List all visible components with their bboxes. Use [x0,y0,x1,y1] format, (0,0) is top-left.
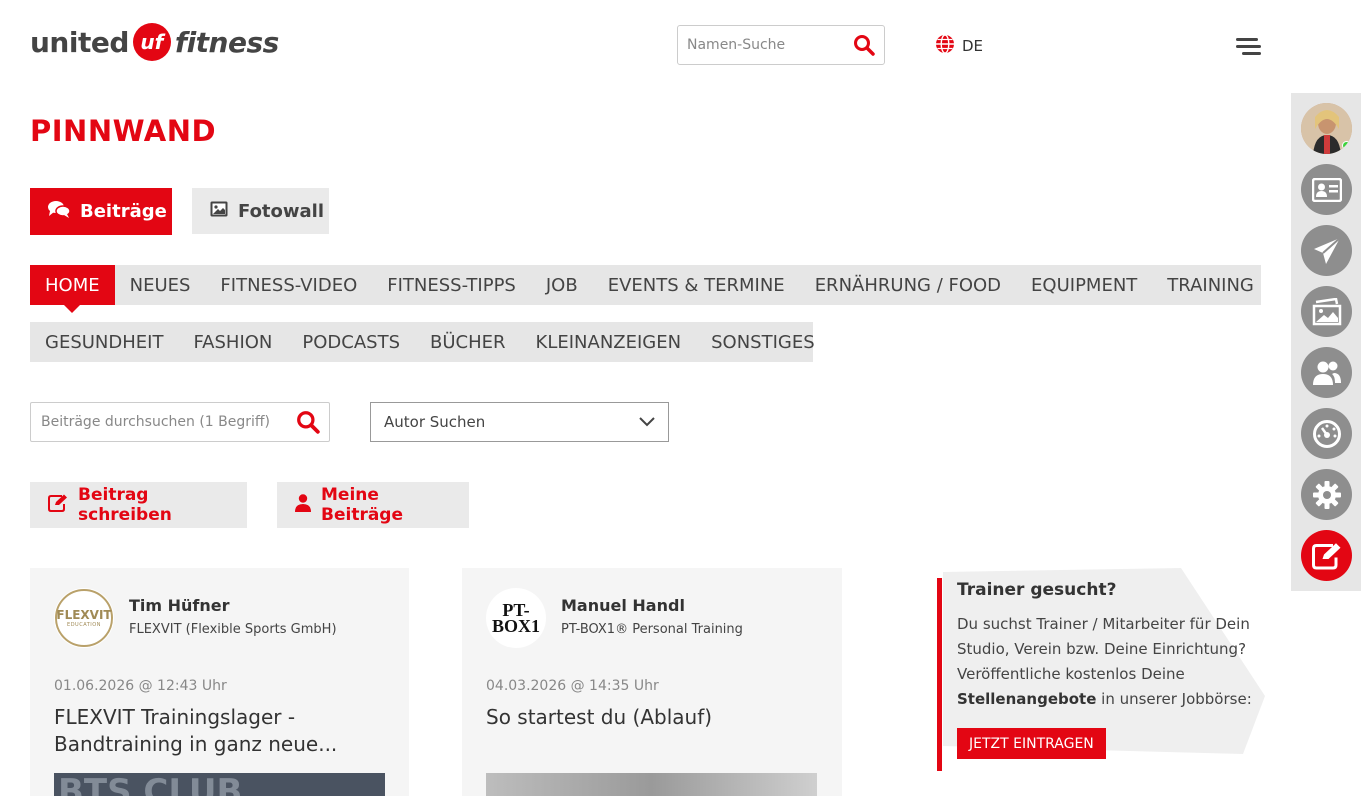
post-title[interactable]: FLEXVIT Trainingslager - Bandtraining in… [54,704,384,758]
category-nav-row-2: GESUNDHEIT FASHION PODCASTS BÜCHER KLEIN… [30,322,815,362]
name-search-box [677,25,885,65]
page-title: PINNWAND [30,114,217,148]
dashboard-icon[interactable] [1301,408,1352,459]
name-search-input[interactable] [678,26,844,64]
author-avatar[interactable]: FLEXVIT EDUCATION [54,588,114,648]
post-search-input[interactable] [31,403,287,441]
author-select[interactable]: Autor Suchen [370,402,669,442]
category-fitness-tipps[interactable]: FITNESS-TIPPS [372,265,531,305]
edit-icon [48,494,68,517]
tab-beitraege[interactable]: Beiträge [30,188,172,235]
promo-cta-button[interactable]: JETZT EINTRAGEN [957,728,1106,759]
author-select-value: Autor Suchen [384,413,486,431]
tab-fotowall-label: Fotowall [238,200,325,222]
my-posts-button[interactable]: Meine Beiträge [277,482,469,528]
flexvit-logo: FLEXVIT EDUCATION [55,589,113,647]
post-author[interactable]: Manuel Handl [561,596,685,615]
category-kleinanzeigen[interactable]: KLEINANZEIGEN [521,322,697,362]
promo-title: Trainer gesucht? [957,580,1117,600]
users-icon[interactable] [1301,347,1352,398]
category-fitness-video[interactable]: FITNESS-VIDEO [205,265,372,305]
language-label: DE [962,37,984,55]
hamburger-menu-icon[interactable] [1236,38,1261,58]
paper-plane-icon[interactable] [1301,225,1352,276]
category-home[interactable]: HOME [30,265,115,313]
category-job[interactable]: JOB [531,265,593,305]
image-icon [210,201,228,222]
tab-beitraege-label: Beiträge [80,201,167,222]
category-training[interactable]: TRAINING [1152,265,1269,305]
comments-icon [48,200,71,223]
promo-accent-bar [937,578,942,771]
logo-mark: uf [132,23,171,61]
post-date: 04.03.2026 @ 14:35 Uhr [486,678,659,694]
trainer-wanted-promo: Trainer gesucht? Du suchst Trainer / Mit… [937,568,1267,771]
category-sonstiges[interactable]: SONSTIGES [696,322,830,362]
post-image[interactable] [486,773,817,796]
svg-text:BTS CLUB: BTS CLUB [58,773,242,796]
category-events-termine[interactable]: EVENTS & TERMINE [593,265,800,305]
category-nav-row-1: HOME NEUES FITNESS-VIDEO FITNESS-TIPPS J… [30,265,1261,313]
id-card-icon[interactable] [1301,164,1352,215]
language-switcher[interactable]: DE [935,34,983,58]
my-posts-label: Meine Beiträge [321,485,403,525]
post-card[interactable]: FLEXVIT EDUCATION Tim Hüfner FLEXVIT (Fl… [30,568,409,796]
category-neues[interactable]: NEUES [115,265,206,305]
logo-text-left: united [30,25,129,59]
post-company: PT-BOX1® Personal Training [561,622,743,637]
category-ernaehrung-food[interactable]: ERNÄHRUNG / FOOD [800,265,1016,305]
profile-avatar[interactable] [1301,103,1352,154]
settings-icon[interactable] [1301,469,1352,520]
category-podcasts[interactable]: PODCASTS [287,322,415,362]
search-icon[interactable] [287,410,329,434]
logo-text-right: fitness [174,25,279,59]
edit-icon[interactable] [1301,530,1352,581]
photo-gallery-icon[interactable] [1301,286,1352,337]
tab-fotowall[interactable]: Fotowall [192,188,329,234]
category-gesundheit[interactable]: GESUNDHEIT [30,322,178,362]
right-sidebar [1291,93,1361,591]
promo-text: Du suchst Trainer / Mitarbeiter für Dein… [957,615,1252,708]
post-title[interactable]: So startest du (Ablauf) [486,704,816,731]
chevron-down-icon [639,413,655,431]
online-status-dot [1342,141,1351,150]
author-avatar[interactable]: PT-BOX1 [486,588,546,648]
post-date: 01.06.2026 @ 12:43 Uhr [54,678,227,694]
post-search-box [30,402,330,442]
post-company: FLEXVIT (Flexible Sports GmbH) [129,622,337,637]
post-image[interactable]: BTS CLUB [54,772,385,796]
ptbox-logo: PT-BOX1 [491,600,540,636]
globe-icon [935,34,955,58]
user-icon [295,493,311,517]
category-equipment[interactable]: EQUIPMENT [1016,265,1152,305]
category-buecher[interactable]: BÜCHER [415,322,521,362]
post-author[interactable]: Tim Hüfner [129,596,230,615]
write-post-button[interactable]: Beitrag schreiben [30,482,247,528]
write-post-label: Beitrag schreiben [78,485,172,525]
united-fitness-logo[interactable]: united uf fitness [30,22,279,62]
category-fashion[interactable]: FASHION [178,322,287,362]
search-icon[interactable] [844,34,884,56]
post-card[interactable]: PT-BOX1 Manuel Handl PT-BOX1® Personal T… [462,568,842,796]
